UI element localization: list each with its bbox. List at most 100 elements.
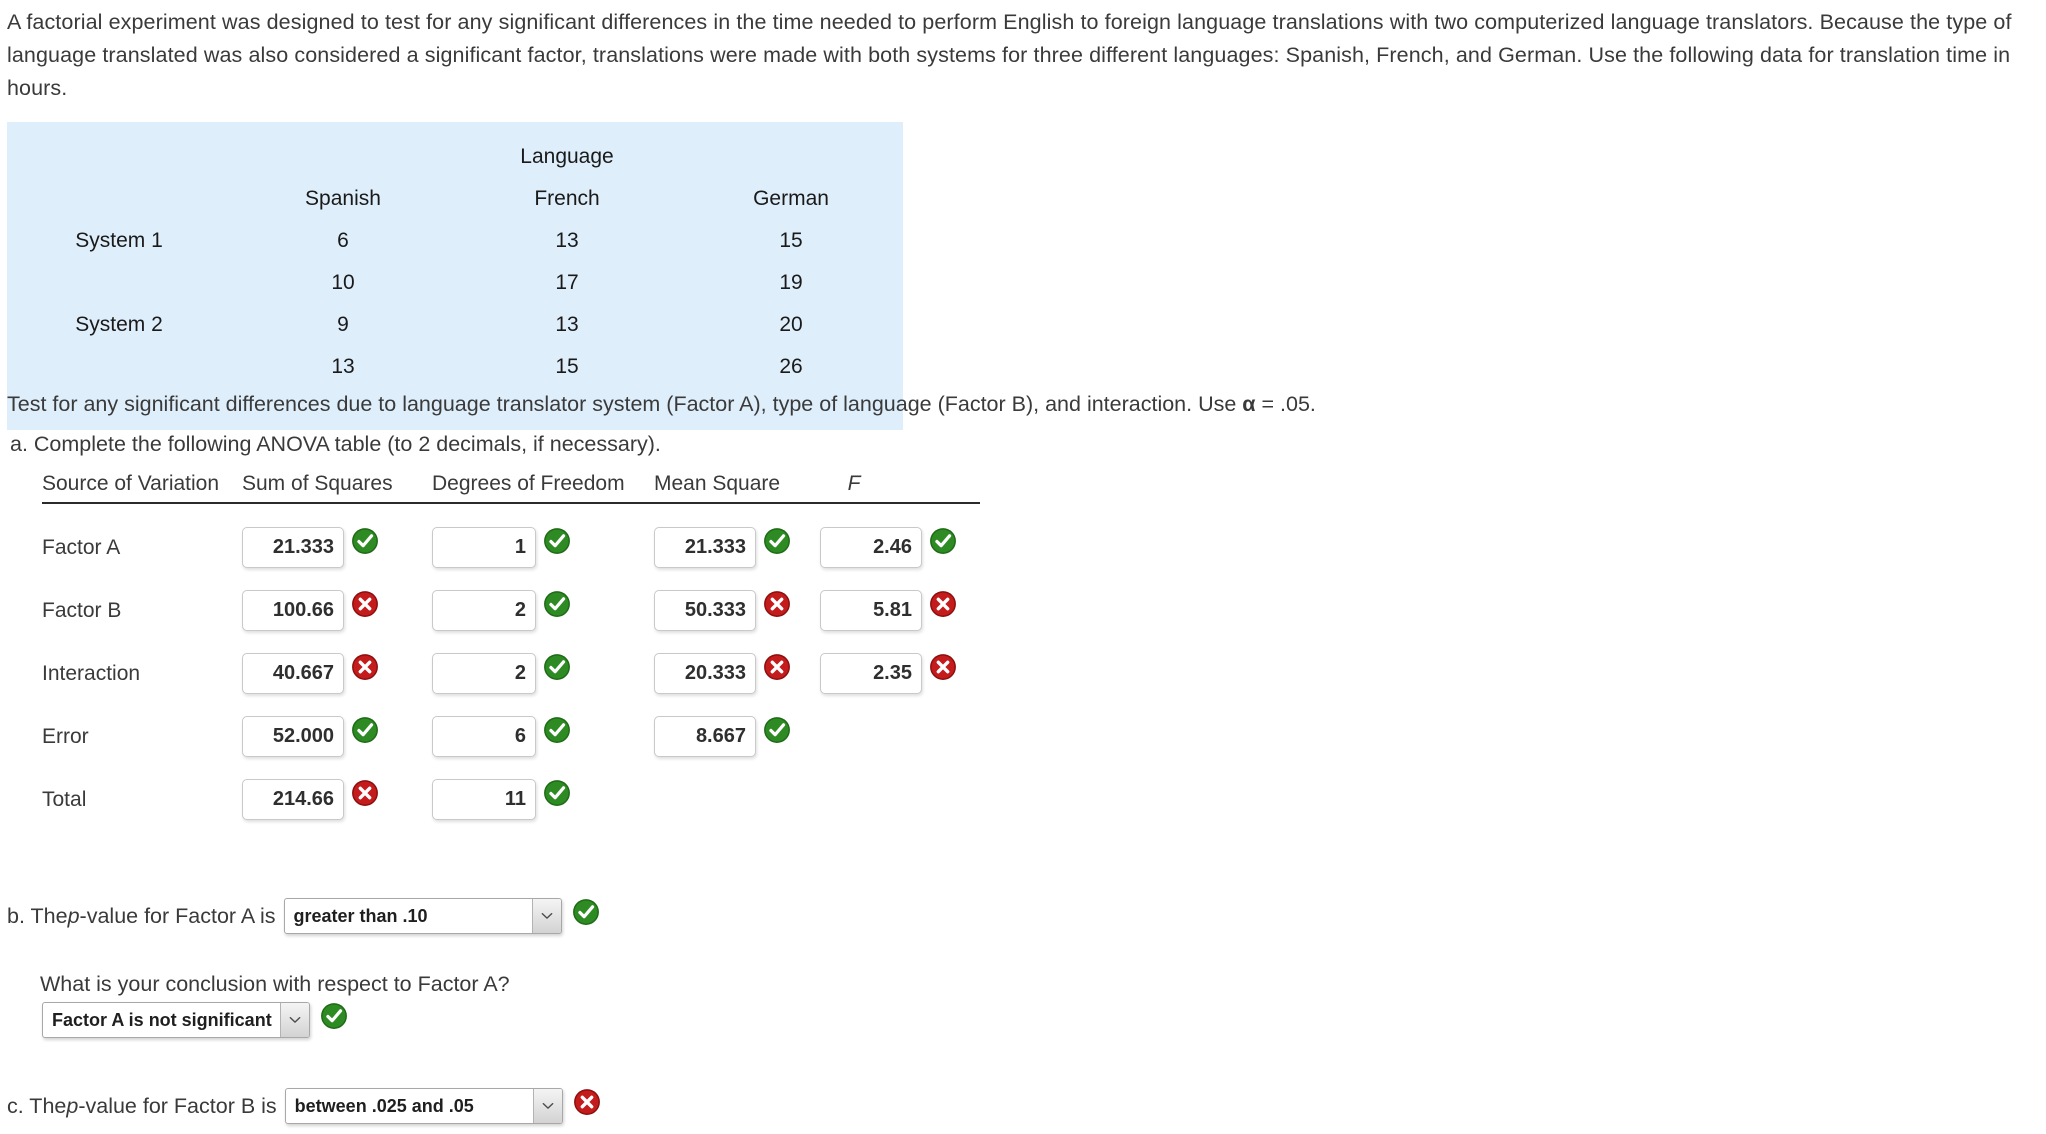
input-ms-interaction[interactable]: 20.333 [654,653,756,694]
test-instruction-line: Test for any significant differences due… [7,392,1316,417]
input-ss-factor-b[interactable]: 100.66 [242,590,344,631]
group-header-language: Language [520,145,614,168]
input-df-error[interactable]: 6 [432,716,536,757]
anova-cell-ms-factor-a: 21.333 [654,527,820,568]
anova-cell-f-factor-b: 5.81 [820,590,1000,631]
cell-s1-german: 15 [779,229,803,252]
part-c-italic-p: p [66,1093,79,1118]
part-a-prompt: a. Complete the following ANOVA table (t… [10,432,661,456]
anova-cell-ss-factor-b: 100.66 [242,590,432,631]
cell-s1-french: 13 [555,229,579,252]
input-df-factor-b[interactable]: 2 [432,590,536,631]
input-df-factor-a[interactable]: 1 [432,527,536,568]
table-row: System 2 9 13 20 [7,304,903,346]
anova-header-mean-square: Mean Square [654,472,781,495]
row-label-system-1: System 1 [75,229,163,252]
input-df-total[interactable]: 11 [432,779,536,820]
anova-cell-df-total: 11 [432,779,654,820]
green-check-circle-icon [542,715,572,745]
table-row: 13 15 26 [7,346,903,388]
cell-s2b-german: 26 [779,355,803,378]
anova-cell-ss-factor-a: 21.333 [242,527,432,568]
anova-cell-ss-error: 52.000 [242,716,432,757]
anova-row-label-error: Error [42,724,89,748]
data-table-column-header-row: Spanish French German [7,178,903,220]
part-b-conclusion-select[interactable]: Factor A is not significant [42,1002,310,1038]
part-b-subquestion-row: Factor A is not significant [34,1002,349,1038]
anova-cell-df-error: 6 [432,716,654,757]
green-check-circle-icon [762,526,792,556]
green-check-circle-icon [762,715,792,745]
anova-cell-f-interaction: 2.35 [820,653,1000,694]
green-check-circle-icon [542,652,572,682]
chevron-down-icon[interactable] [279,1003,309,1037]
row-label-blank-2 [7,346,231,388]
green-check-circle-icon [542,778,572,808]
anova-cell-df-factor-b: 2 [432,590,654,631]
input-ss-interaction[interactable]: 40.667 [242,653,344,694]
green-check-circle-icon [319,1001,349,1031]
anova-row-label-total: Total [42,787,87,811]
cell-s2b-french: 15 [555,355,579,378]
green-check-circle-icon [350,715,380,745]
part-b-pvalue-select[interactable]: greater than .10 [283,898,562,934]
anova-table: Source of Variation Sum of Squares Degre… [42,472,1000,831]
anova-row-interaction: Interaction 40.667 2 20.333 2.35 [42,642,1000,705]
chevron-down-icon[interactable] [531,899,561,933]
anova-header-degrees-of-freedom: Degrees of Freedom [432,472,625,495]
input-ss-error[interactable]: 52.000 [242,716,344,757]
anova-row-factor-a: Factor A 21.333 1 21.333 2.46 [42,516,1000,579]
anova-row-label-factor-b: Factor B [42,598,122,622]
cell-s2-german: 20 [779,313,803,336]
red-x-circle-icon [350,652,380,682]
anova-row-error: Error 52.000 6 8.667 [42,705,1000,768]
red-x-circle-icon [762,652,792,682]
part-b-italic-p: p [67,903,80,928]
input-ms-factor-b[interactable]: 50.333 [654,590,756,631]
red-x-circle-icon [762,589,792,619]
input-df-interaction[interactable]: 2 [432,653,536,694]
part-b-subquestion-text: What is your conclusion with respect to … [40,972,510,996]
anova-header-f: F [847,472,861,495]
anova-cell-ms-factor-b: 50.333 [654,590,820,631]
part-b-question: b. The p -value for Factor A is greater t… [7,898,601,934]
part-b-pvalue-selected-value: greater than .10 [293,905,428,926]
part-c-pvalue-select[interactable]: between .025 and .05 [284,1088,563,1124]
input-ms-factor-a[interactable]: 21.333 [654,527,756,568]
red-x-circle-icon [928,652,958,682]
green-check-circle-icon [542,526,572,556]
cell-s2-spanish: 9 [337,313,349,336]
red-x-circle-icon [350,589,380,619]
table-row: 10 17 19 [7,262,903,304]
chevron-down-icon[interactable] [532,1089,562,1123]
input-f-factor-b[interactable]: 5.81 [820,590,922,631]
cell-s2b-spanish: 13 [331,355,355,378]
empty-header-cell [7,178,231,220]
input-f-interaction[interactable]: 2.35 [820,653,922,694]
anova-row-label-interaction: Interaction [42,661,141,685]
red-x-circle-icon [572,1087,602,1117]
cell-s2-french: 13 [555,313,579,336]
anova-cell-df-interaction: 2 [432,653,654,694]
alpha-symbol: α [1242,392,1256,416]
part-b-text-after: -value for Factor A is [79,903,276,928]
input-ss-factor-a[interactable]: 21.333 [242,527,344,568]
cell-s1b-spanish: 10 [331,271,355,294]
green-check-circle-icon [928,526,958,556]
anova-row-label-factor-a: Factor A [42,535,121,559]
anova-cell-ms-interaction: 20.333 [654,653,820,694]
anova-cell-df-factor-a: 1 [432,527,654,568]
green-check-circle-icon [350,526,380,556]
anova-header-sum-of-squares: Sum of Squares [242,472,393,495]
test-instruction-text-after: = .05. [1255,392,1316,416]
green-check-circle-icon [542,589,572,619]
anova-row-total: Total 214.66 11 [42,768,1000,831]
input-f-factor-a[interactable]: 2.46 [820,527,922,568]
input-ms-error[interactable]: 8.667 [654,716,756,757]
part-c-text-before: c. The [7,1093,67,1118]
column-header-german: German [753,187,829,210]
input-ss-total[interactable]: 214.66 [242,779,344,820]
row-label-blank-1 [7,262,231,304]
empty-corner-cell [7,122,231,178]
table-row: System 1 6 13 15 [7,220,903,262]
